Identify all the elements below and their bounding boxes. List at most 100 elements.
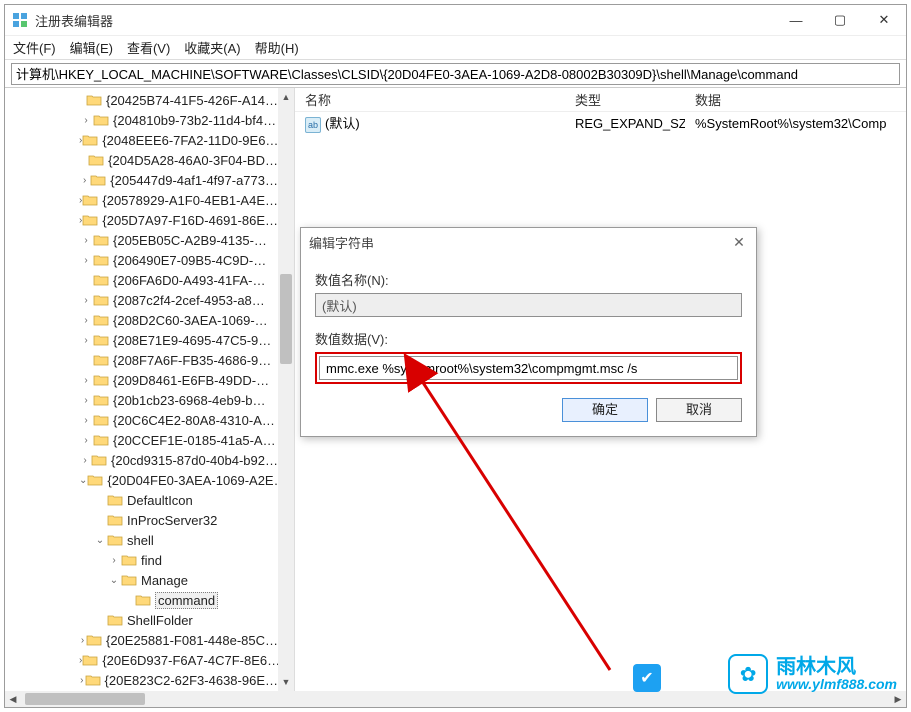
tree-item[interactable]: InProcServer32 xyxy=(9,510,278,530)
tree-item-label: ShellFolder xyxy=(127,613,193,628)
tree-item[interactable]: {208F7A6F-FB35-4686-9… xyxy=(9,350,278,370)
tree-item[interactable]: {206FA6D0-A493-41FA-… xyxy=(9,270,278,290)
tree-item[interactable]: {204D5A28-46A0-3F04-BD… xyxy=(9,150,278,170)
folder-icon xyxy=(107,613,123,627)
tree-item-label: {2048EEE6-7FA2-11D0-9E6… xyxy=(102,133,278,148)
tree-item[interactable]: ›{20578929-A1F0-4EB1-A4E… xyxy=(9,190,278,210)
tree-item[interactable]: ›{20E6D937-F6A7-4C7F-8E6… xyxy=(9,650,278,670)
tree-item-label: Manage xyxy=(141,573,188,588)
value-name-input[interactable] xyxy=(315,293,742,317)
tree-item[interactable]: ›{20C6C4E2-80A8-4310-A… xyxy=(9,410,278,430)
caret-right-icon[interactable]: › xyxy=(79,295,93,306)
folder-icon xyxy=(107,533,123,547)
tree-item-label: {205EB05C-A2B9-4135-… xyxy=(113,233,267,248)
folder-icon xyxy=(93,113,109,127)
tree-item[interactable]: DefaultIcon xyxy=(9,490,278,510)
tree-item-label: {20CCEF1E-0185-41a5-A… xyxy=(113,433,276,448)
folder-icon xyxy=(93,353,109,367)
dialog-title: 编辑字符串 xyxy=(309,233,730,252)
menu-help[interactable]: 帮助(H) xyxy=(255,38,299,57)
tree-item[interactable]: ›{208E71E9-4695-47C5-9… xyxy=(9,330,278,350)
tree-item[interactable]: ›{20cd9315-87d0-40b4-b92… xyxy=(9,450,278,470)
folder-icon xyxy=(93,313,109,327)
caret-down-icon[interactable]: ⌄ xyxy=(93,535,107,546)
scroll-up-icon[interactable]: ▲ xyxy=(279,90,293,104)
tree-item-label: command xyxy=(155,592,218,609)
tree-item-label: find xyxy=(141,553,162,568)
caret-right-icon[interactable]: › xyxy=(79,375,93,386)
cancel-button[interactable]: 取消 xyxy=(656,398,742,422)
folder-icon xyxy=(82,193,98,207)
tree-item[interactable]: ›{205447d9-4af1-4f97-a773… xyxy=(9,170,278,190)
address-bar xyxy=(5,59,906,87)
path-input[interactable] xyxy=(11,63,900,85)
caret-right-icon[interactable]: › xyxy=(79,635,86,646)
caret-right-icon[interactable]: › xyxy=(79,415,93,426)
caret-right-icon[interactable]: › xyxy=(79,435,93,446)
caret-down-icon[interactable]: ⌄ xyxy=(107,575,121,586)
value-data-input[interactable] xyxy=(319,356,738,380)
watermark: ✿ 雨林木风 www.ylmf888.com xyxy=(728,654,897,694)
tree-item[interactable]: › {204810b9-73b2-11d4-bf4… xyxy=(9,110,278,130)
dialog-close-icon[interactable]: ✕ xyxy=(730,233,748,251)
tree-item[interactable]: ›{20E25881-F081-448e-85C… xyxy=(9,630,278,650)
folder-icon xyxy=(86,93,102,107)
caret-right-icon[interactable]: › xyxy=(79,255,93,266)
string-value-icon: ab xyxy=(305,117,321,133)
tree-item[interactable]: › {208D2C60-3AEA-1069-… xyxy=(9,310,278,330)
menu-view[interactable]: 查看(V) xyxy=(127,38,170,57)
caret-right-icon[interactable]: › xyxy=(79,335,93,346)
tree-item[interactable]: ⌄{20D04FE0-3AEA-1069-A2E… xyxy=(9,470,278,490)
tree-item[interactable]: ⌄ shell xyxy=(9,530,278,550)
tree-item[interactable]: ›{2087c2f4-2cef-4953-a8… xyxy=(9,290,278,310)
menu-file[interactable]: 文件(F) xyxy=(13,38,56,57)
tree-item[interactable]: › {205EB05C-A2B9-4135-… xyxy=(9,230,278,250)
list-row[interactable]: ab(默认)REG_EXPAND_SZ%SystemRoot%\system32… xyxy=(295,112,906,134)
tree-item-label: {20E6D937-F6A7-4C7F-8E6… xyxy=(102,653,278,668)
tree-item-label: {204810b9-73b2-11d4-bf4… xyxy=(113,113,276,128)
caret-right-icon[interactable]: › xyxy=(79,395,93,406)
tree-vertical-scrollbar[interactable]: ▲ ▼ xyxy=(278,88,294,691)
minimize-button[interactable]: — xyxy=(774,6,818,34)
tree-item-label: {209D8461-E6FB-49DD-… xyxy=(113,373,269,388)
caret-right-icon[interactable]: › xyxy=(79,175,90,186)
menubar: 文件(F) 编辑(E) 查看(V) 收藏夹(A) 帮助(H) xyxy=(5,35,906,59)
tree-item[interactable]: › {20CCEF1E-0185-41a5-A… xyxy=(9,430,278,450)
tree-item[interactable]: ⌄ Manage xyxy=(9,570,278,590)
tree-item-label: shell xyxy=(127,533,154,548)
caret-right-icon[interactable]: › xyxy=(79,235,93,246)
folder-icon xyxy=(90,173,106,187)
tree-item[interactable]: › {209D8461-E6FB-49DD-… xyxy=(9,370,278,390)
tree-item[interactable]: {20425B74-41F5-426F-A14… xyxy=(9,90,278,110)
col-header-type[interactable]: 类型 xyxy=(565,90,685,109)
tree-item[interactable]: ›{206490E7-09B5-4C9D-… xyxy=(9,250,278,270)
col-header-name[interactable]: 名称 xyxy=(295,90,565,109)
folder-icon xyxy=(91,453,107,467)
scroll-left-icon[interactable]: ◀ xyxy=(5,692,21,706)
menu-edit[interactable]: 编辑(E) xyxy=(70,38,113,57)
caret-right-icon[interactable]: › xyxy=(79,455,91,466)
folder-icon xyxy=(121,553,137,567)
tree-item[interactable]: ›{2048EEE6-7FA2-11D0-9E6… xyxy=(9,130,278,150)
maximize-button[interactable]: ▢ xyxy=(818,6,862,34)
caret-right-icon[interactable]: › xyxy=(79,115,93,126)
caret-down-icon[interactable]: ⌄ xyxy=(79,475,87,486)
tree-item[interactable]: ›{205D7A97-F16D-4691-86E… xyxy=(9,210,278,230)
tree-view[interactable]: {20425B74-41F5-426F-A14… › {204810b9-73b2-… xyxy=(5,88,278,691)
tree-item-label: {208D2C60-3AEA-1069-… xyxy=(113,313,268,328)
scroll-right-icon[interactable]: ▶ xyxy=(890,692,906,706)
folder-icon xyxy=(82,133,98,147)
menu-fav[interactable]: 收藏夹(A) xyxy=(184,38,240,57)
tree-item[interactable]: command xyxy=(9,590,278,610)
col-header-data[interactable]: 数据 xyxy=(685,90,906,109)
caret-right-icon[interactable]: › xyxy=(107,555,121,566)
caret-right-icon[interactable]: › xyxy=(79,315,93,326)
close-button[interactable]: ✕ xyxy=(862,6,906,34)
tree-item[interactable]: ›{20E823C2-62F3-4638-96E… xyxy=(9,670,278,690)
ok-button[interactable]: 确定 xyxy=(562,398,648,422)
tree-item[interactable]: ›{20b1cb23-6968-4eb9-b… xyxy=(9,390,278,410)
scroll-down-icon[interactable]: ▼ xyxy=(279,675,293,689)
tree-item[interactable]: ShellFolder xyxy=(9,610,278,630)
tree-item[interactable]: › find xyxy=(9,550,278,570)
folder-icon xyxy=(88,153,104,167)
